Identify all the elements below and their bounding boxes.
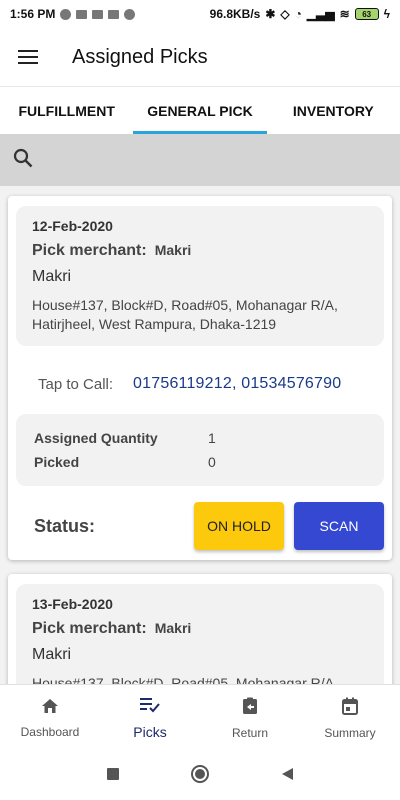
call-label: Tap to Call: <box>38 375 114 393</box>
hamburger-menu-icon[interactable] <box>0 28 56 86</box>
search-icon[interactable] <box>12 147 34 174</box>
merchant-address: House#137, Block#D, Road#05, Mohanagar R… <box>32 297 338 332</box>
pick-date: 12-Feb-2020 <box>32 218 113 234</box>
tab-bar: FULFILLMENT GENERAL PICK INVENTORY <box>0 86 400 134</box>
merchant-address: House#137, Block#D, Road#05, Mohanagar R… <box>32 675 334 684</box>
tab-general-pick[interactable]: GENERAL PICK <box>133 87 267 134</box>
battery-icon: 63 <box>354 8 379 20</box>
home-button-icon[interactable] <box>190 764 210 789</box>
nav-summary[interactable]: Summary <box>300 685 400 752</box>
pick-info: 12-Feb-2020 Pick merchant: Makri Makri H… <box>16 206 384 346</box>
nav-return-label: Return <box>231 726 269 740</box>
merchant-name: Makri <box>32 646 72 663</box>
system-nav-bar <box>0 752 400 800</box>
tab-inventory[interactable]: INVENTORY <box>267 87 400 134</box>
search-bar[interactable] <box>0 134 400 186</box>
picks-checklist-icon <box>140 697 160 718</box>
merchant-value: Makri <box>154 242 192 258</box>
signal-icon: ▁▃▅ <box>306 7 335 21</box>
nav-summary-label: Summary <box>324 726 376 740</box>
alarm-icon: ◔ <box>294 7 302 21</box>
assigned-quantity-value: 1 <box>208 430 216 446</box>
picks-list[interactable]: 12-Feb-2020 Pick merchant: Makri Makri H… <box>0 186 400 684</box>
charging-icon: ϟ <box>383 7 390 21</box>
notification-icon <box>60 8 72 20</box>
page-title: Assigned Picks <box>72 45 208 68</box>
status-label: Status: <box>34 515 96 536</box>
network-speed: 96.8KB/s <box>209 7 261 21</box>
phone-numbers-link[interactable]: 01756119212, 01534576790 <box>133 375 341 393</box>
merchant-label: Pick merchant: <box>32 242 147 259</box>
slack-icon <box>76 9 88 19</box>
bluetooth-icon: ✱ <box>265 7 276 21</box>
app-bar: Assigned Picks <box>0 28 400 86</box>
dot-icon <box>124 8 136 20</box>
tab-fulfillment[interactable]: FULFILLMENT <box>0 87 133 134</box>
image-icon <box>108 9 120 19</box>
nav-picks-label: Picks <box>133 724 167 740</box>
pick-info: 13-Feb-2020 Pick merchant: Makri Makri H… <box>16 584 384 684</box>
nav-dashboard-label: Dashboard <box>20 725 80 739</box>
assigned-quantity-label: Assigned Quantity <box>34 430 158 446</box>
back-icon[interactable] <box>280 767 294 786</box>
merchant-value: Makri <box>154 620 192 636</box>
status-bar: 1:56 PM 96.8KB/s ✱ ◇ ◔ ▁▃▅ ≋ 63 ϟ <box>0 0 400 28</box>
wifi-icon: ≋ <box>339 7 350 21</box>
nav-dashboard[interactable]: Dashboard <box>0 685 100 752</box>
pick-card: 12-Feb-2020 Pick merchant: Makri Makri H… <box>8 196 392 560</box>
status-row: Status: ON HOLD SCAN <box>16 502 384 550</box>
status-time: 1:56 PM <box>10 7 56 21</box>
on-hold-button[interactable]: ON HOLD <box>194 502 284 550</box>
home-icon <box>41 698 59 719</box>
call-row: Tap to Call: 01756119212, 01534576790 <box>16 346 384 400</box>
calendar-icon <box>342 697 358 720</box>
merchant-label: Pick merchant: <box>32 620 147 637</box>
picked-value: 0 <box>208 454 216 470</box>
pick-date: 13-Feb-2020 <box>32 596 113 612</box>
vibrate-icon: ◇ <box>280 7 290 21</box>
return-icon <box>242 697 258 720</box>
quantity-box: Assigned Quantity 1 Picked 0 <box>16 414 384 486</box>
pick-card: 13-Feb-2020 Pick merchant: Makri Makri H… <box>8 574 392 684</box>
gmail-icon <box>92 9 104 19</box>
recents-icon[interactable] <box>106 767 120 786</box>
nav-return[interactable]: Return <box>200 685 300 752</box>
nav-picks[interactable]: Picks <box>100 685 200 752</box>
scan-button[interactable]: SCAN <box>294 502 384 550</box>
picked-label: Picked <box>34 454 80 470</box>
bottom-nav: Dashboard Picks Return Summary <box>0 684 400 752</box>
merchant-name: Makri <box>32 268 72 285</box>
